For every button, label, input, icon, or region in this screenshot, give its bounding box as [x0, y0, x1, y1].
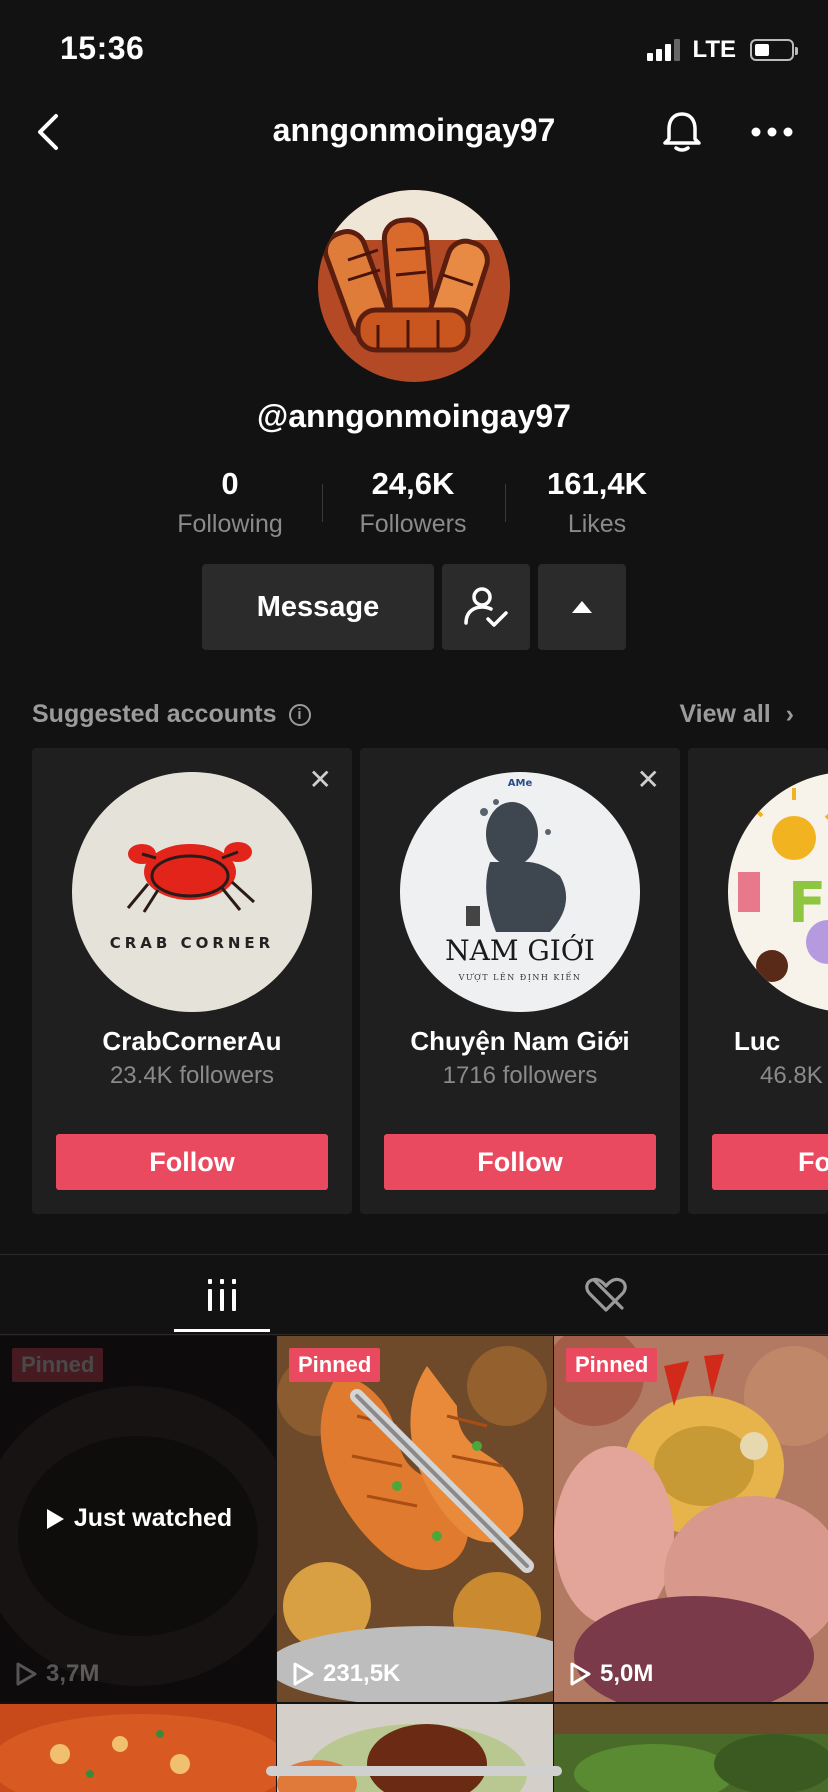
tab-videos[interactable]	[174, 1270, 270, 1320]
followers-count: 24,6K	[371, 466, 455, 501]
just-watched-label: Just watched	[73, 1504, 233, 1532]
battery-icon	[750, 39, 798, 61]
user-check-icon	[464, 587, 508, 627]
likes-count: 161,4K	[547, 466, 647, 501]
view-count: 5,0M	[568, 1660, 653, 1688]
signal-icon	[647, 39, 681, 61]
dismiss-card-button[interactable]: ✕	[309, 766, 332, 794]
dismiss-card-button[interactable]: ✕	[637, 766, 660, 794]
toggle-suggestions-button[interactable]	[538, 564, 626, 650]
following-count: 0	[221, 466, 239, 501]
pinned-badge: Pinned	[289, 1348, 381, 1382]
stat-followers[interactable]: 24,6K Followers	[323, 466, 503, 539]
bell-icon	[663, 112, 701, 152]
nam-gioi-logo-subtext: VƯỢT LÊN ĐỊNH KIẾN	[458, 972, 582, 982]
play-outline-icon	[16, 1662, 37, 1686]
nam-gioi-logo-text: NAM GIỚI	[445, 933, 595, 967]
section-divider	[0, 1254, 828, 1255]
follow-button[interactable]: Follow	[384, 1134, 656, 1190]
suggested-account-name: CrabCornerAu	[102, 1026, 282, 1056]
suggested-account-followers: 46.8K	[760, 1062, 823, 1089]
likes-label: Likes	[567, 510, 627, 538]
play-icon	[46, 1508, 64, 1529]
view-all-link[interactable]: View all ›	[679, 700, 794, 729]
ame-badge-text: AMe	[508, 778, 533, 789]
follow-button[interactable]: Follow	[56, 1134, 328, 1190]
view-count-label: 231,5K	[323, 1660, 401, 1687]
suggested-account-card[interactable]: ✕ AMe NAM GIỚI VƯỢT LÊN ĐỊNH KIẾN Chuyện…	[360, 748, 680, 1214]
pinned-badge: Pinned	[12, 1348, 104, 1382]
caret-up-icon	[572, 601, 592, 613]
view-count-label: 3,7M	[46, 1660, 100, 1687]
tab-liked[interactable]	[558, 1270, 654, 1320]
stat-divider	[505, 484, 506, 522]
video-thumbnail[interactable]	[0, 1704, 276, 1792]
stat-likes[interactable]: 161,4K Likes	[507, 466, 687, 539]
suggested-account-avatar: CRAB CORNER	[72, 772, 312, 1012]
video-thumbnail[interactable]: Pinned Just watched 3,7M	[0, 1336, 276, 1702]
view-count-label: 5,0M	[600, 1660, 654, 1687]
suggested-account-avatar: AMe NAM GIỚI VƯỢT LÊN ĐỊNH KIẾN	[400, 772, 640, 1012]
home-indicator	[266, 1766, 562, 1776]
heart-hidden-icon	[585, 1277, 627, 1312]
suggested-account-followers: 23.4K followers	[109, 1062, 275, 1089]
video-thumbnail[interactable]: Pinned 5,0M	[554, 1336, 828, 1702]
active-tab-indicator	[174, 1329, 270, 1332]
suggested-account-avatar: F	[728, 772, 828, 1012]
suggested-accounts-title: Suggested accounts	[32, 700, 277, 728]
suggested-account-card[interactable]: F Luc 46.8K Fo	[688, 748, 828, 1214]
stat-following[interactable]: 0 Following	[140, 466, 320, 539]
info-icon[interactable]: i	[288, 703, 311, 726]
status-time: 15:36	[60, 30, 145, 66]
network-label: LTE	[692, 36, 736, 63]
suggested-accounts-header: Suggested accounts i	[32, 700, 311, 729]
status-indicators: LTE	[647, 36, 798, 64]
view-all-label: View all	[679, 700, 771, 728]
message-button[interactable]: Message	[202, 564, 434, 650]
following-label: Following	[177, 510, 283, 538]
suggested-account-card[interactable]: ✕ CRAB CORNER CrabCornerAu 23.4K followe…	[32, 748, 352, 1214]
suggested-account-followers: 1716 followers	[442, 1062, 598, 1089]
play-outline-icon	[293, 1662, 314, 1686]
pinned-badge: Pinned	[566, 1348, 658, 1382]
more-icon	[751, 127, 793, 137]
view-count: 3,7M	[14, 1660, 99, 1688]
profile-avatar	[318, 190, 510, 382]
followers-label: Followers	[359, 510, 467, 538]
view-count: 231,5K	[291, 1660, 400, 1688]
more-options-button[interactable]	[746, 112, 798, 152]
grid-icon	[208, 1279, 236, 1311]
chevron-right-icon: ›	[785, 700, 794, 728]
video-thumbnail[interactable]: Pinned 231,5K	[277, 1336, 553, 1702]
follow-button[interactable]: Fo	[712, 1134, 828, 1190]
suggested-account-name: Chuyện Nam Giới	[410, 1026, 630, 1056]
following-status-button[interactable]	[442, 564, 530, 650]
just-watched-overlay: Just watched	[0, 1504, 276, 1533]
video-thumbnail[interactable]	[554, 1704, 828, 1792]
profile-handle: @anngonmoingay97	[257, 398, 571, 434]
play-outline-icon	[570, 1662, 591, 1686]
suggested-account-name: Luc	[734, 1026, 781, 1056]
crab-corner-logo-text: CRAB CORNER	[110, 934, 274, 952]
video-thumbnail[interactable]	[277, 1704, 553, 1792]
notification-bell-button[interactable]	[660, 108, 704, 154]
tabs-divider	[0, 1334, 828, 1335]
